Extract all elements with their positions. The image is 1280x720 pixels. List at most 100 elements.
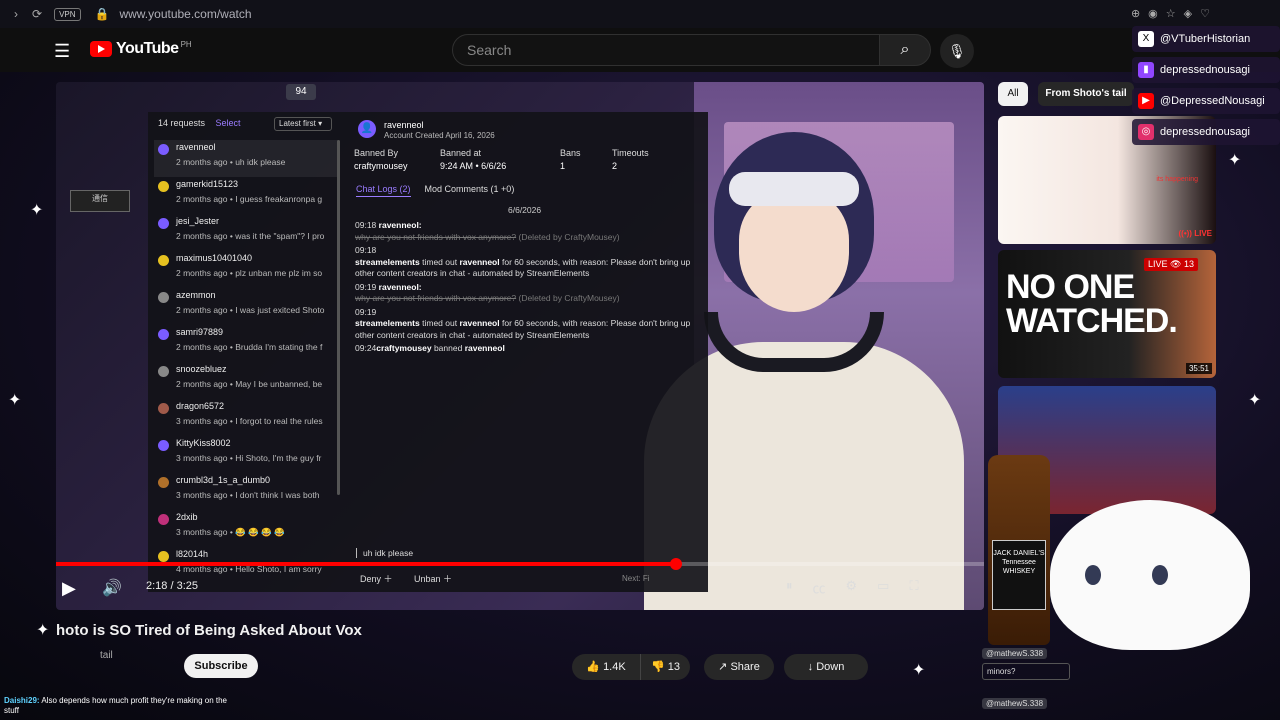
live-label: LIVE (1194, 229, 1212, 238)
subscribe-button[interactable]: Subscribe (184, 654, 258, 678)
play-button[interactable]: ▶ (62, 578, 76, 599)
request-item[interactable]: samri97889 2 months ago • Brudda I'm stat… (154, 325, 338, 362)
request-item[interactable]: 2dxib 3 months ago • 😂 😂 😂 😂 (154, 510, 338, 547)
youtube-logo[interactable]: YouTube PH (90, 40, 192, 58)
overlay-counter: 94 (286, 84, 316, 100)
live-label: LIVE (1148, 259, 1168, 269)
volume-button[interactable]: 🔊 (102, 578, 122, 598)
request-list: ravenneol 2 months ago • uh idk please gam… (154, 140, 338, 584)
banned-by-value: craftymousey (354, 161, 408, 171)
video-progress-bar[interactable] (56, 558, 984, 570)
share-icon: ↗ (718, 661, 728, 673)
select-button[interactable]: Select (216, 118, 241, 128)
search-button[interactable]: ⌕ (879, 34, 931, 66)
request-list-scrollbar[interactable] (337, 140, 340, 495)
share-label: Share (730, 661, 760, 673)
request-preview: 2 months ago • Brudda I'm stating the f (176, 342, 323, 352)
chip-from-channel[interactable]: From Shoto's tail (1038, 82, 1134, 106)
stream-chat-overlay: Daishi29: Also depends how much profit t… (4, 696, 234, 716)
user-name[interactable]: ravenneol (384, 120, 424, 130)
chip-all[interactable]: All (998, 82, 1028, 106)
zoom-icon[interactable]: ⊕ (1131, 7, 1140, 20)
shield-icon[interactable]: ◈ (1184, 7, 1192, 20)
tab-chat-logs[interactable]: Chat Logs (2) (356, 184, 411, 197)
chat-log-entry: 09:18 streamelements timed out ravenneol … (355, 245, 695, 280)
request-item[interactable]: KittyKiss8002 3 months ago • Hi Shoto, I'… (154, 436, 338, 473)
voice-search-button[interactable]: 🎙 (940, 34, 974, 68)
sort-label: Latest first (279, 119, 316, 128)
share-button[interactable]: ↗ Share (704, 654, 774, 680)
x-icon: X (1138, 31, 1154, 47)
user-avatar-icon (158, 551, 169, 562)
log-target[interactable]: ravenneol (459, 318, 499, 328)
next-request-hint[interactable]: Next: Fi (622, 574, 650, 583)
social-handle: ▶ @DepressedNousagi (1132, 88, 1280, 114)
log-time: 09:18 (355, 245, 377, 255)
pause-icon[interactable]: ⏸ (786, 578, 793, 597)
heart-icon[interactable]: ♡ (1200, 7, 1210, 20)
search-input[interactable]: Search (452, 34, 880, 66)
social-handle-text: depressednousagi (1160, 126, 1250, 138)
channel-name[interactable]: tail (100, 650, 113, 661)
dislike-button[interactable]: 👎 13 (640, 654, 690, 680)
log-action: timed out (422, 256, 458, 267)
tab-mod-comments[interactable]: Mod Comments (1 +0) (425, 184, 515, 197)
dislike-count: 13 (667, 661, 680, 673)
log-actor[interactable]: streamelements (355, 257, 420, 267)
recommended-video-thumbnail[interactable]: NO ONE WATCHED. LIVE 👁 13 35:51 (998, 250, 1216, 378)
sparkle-icon: ✦ (36, 622, 50, 639)
hamburger-menu-icon[interactable]: ☰ (54, 41, 70, 62)
request-item[interactable]: dragon6572 3 months ago • I forgot to rea… (154, 399, 338, 436)
request-item[interactable]: azemmon 2 months ago • I was just exitced… (154, 288, 338, 325)
sort-dropdown[interactable]: Latest first ▾ (274, 117, 332, 131)
fullscreen-icon[interactable]: ⛶ (909, 578, 918, 597)
extension-icon[interactable]: ◉ (1148, 7, 1158, 20)
log-user[interactable]: ravenneol: (379, 282, 422, 292)
banned-at-value: 9:24 AM • 6/6/26 (440, 161, 507, 171)
reload-icon[interactable]: ⟳ (32, 7, 42, 21)
log-actor[interactable]: streamelements (355, 318, 420, 328)
settings-gear-icon[interactable]: ⚙ (846, 578, 858, 597)
request-count: 14 requests (158, 118, 206, 128)
request-item[interactable]: crumbl3d_1s_a_dumb0 3 months ago • I don'… (154, 473, 338, 510)
download-icon: ↓ (807, 661, 814, 673)
request-item[interactable]: jesi_Jester 2 months ago • was it the "sp… (154, 214, 338, 251)
theater-mode-icon[interactable]: ▭ (877, 578, 889, 597)
address-bar[interactable]: www.youtube.com/watch (119, 7, 251, 21)
social-links-overlay: X @VTuberHistorian ▮ depressednousagi ▶ @Depr… (1132, 26, 1280, 150)
plus-icon: ＋ (443, 574, 453, 584)
log-time: 09:24 (355, 343, 377, 353)
chevron-down-icon: ▾ (318, 119, 323, 128)
youtube-play-icon (90, 41, 112, 57)
request-item[interactable]: snoozebluez 2 months ago • May I be unban… (154, 362, 338, 399)
log-user[interactable]: ravenneol: (379, 220, 422, 230)
deny-button[interactable]: Deny ＋ (360, 572, 393, 585)
request-username: crumbl3d_1s_a_dumb0 (176, 475, 271, 485)
log-target[interactable]: ravenneol (459, 257, 499, 267)
unban-button[interactable]: Unban ＋ (414, 572, 452, 585)
twitch-icon: ▮ (1138, 62, 1154, 78)
chat-log-entry: 09:24craftymousey banned ravenneol (355, 343, 695, 355)
vpn-badge[interactable]: VPN (54, 7, 81, 21)
live-badge: LIVE 👁 13 (1144, 258, 1198, 271)
timeouts-label: Timeouts (612, 148, 649, 158)
forward-icon[interactable]: › (14, 7, 18, 21)
like-button[interactable]: 👍 1.4K (572, 654, 640, 680)
request-item[interactable]: gamerkid15123 2 months ago • I guess frea… (154, 177, 338, 214)
download-button[interactable]: ↓ Down (784, 654, 868, 680)
progress-scrubber[interactable] (669, 558, 682, 570)
lock-icon: 🔒 (94, 7, 110, 21)
bans-label: Bans (560, 148, 581, 158)
log-actor[interactable]: craftymousey (376, 343, 431, 353)
deleted-message: why are you not friends with vox anymore… (355, 293, 517, 303)
request-item[interactable]: ravenneol 2 months ago • uh idk please (154, 140, 338, 177)
social-handle: X @VTuberHistorian (1132, 26, 1280, 52)
bottle-label: JACK DANIEL'S Tennessee WHISKEY (992, 540, 1046, 610)
bookmark-icon[interactable]: ☆ (1166, 7, 1176, 20)
request-item[interactable]: maximus10401040 2 months ago • plz unban … (154, 251, 338, 288)
log-target[interactable]: ravenneol (465, 343, 505, 353)
log-action: timed out (422, 318, 458, 328)
account-created: Account Created April 16, 2026 (384, 131, 495, 140)
log-time: 09:19 (355, 281, 377, 292)
captions-icon[interactable]: ㏄ (813, 578, 826, 597)
